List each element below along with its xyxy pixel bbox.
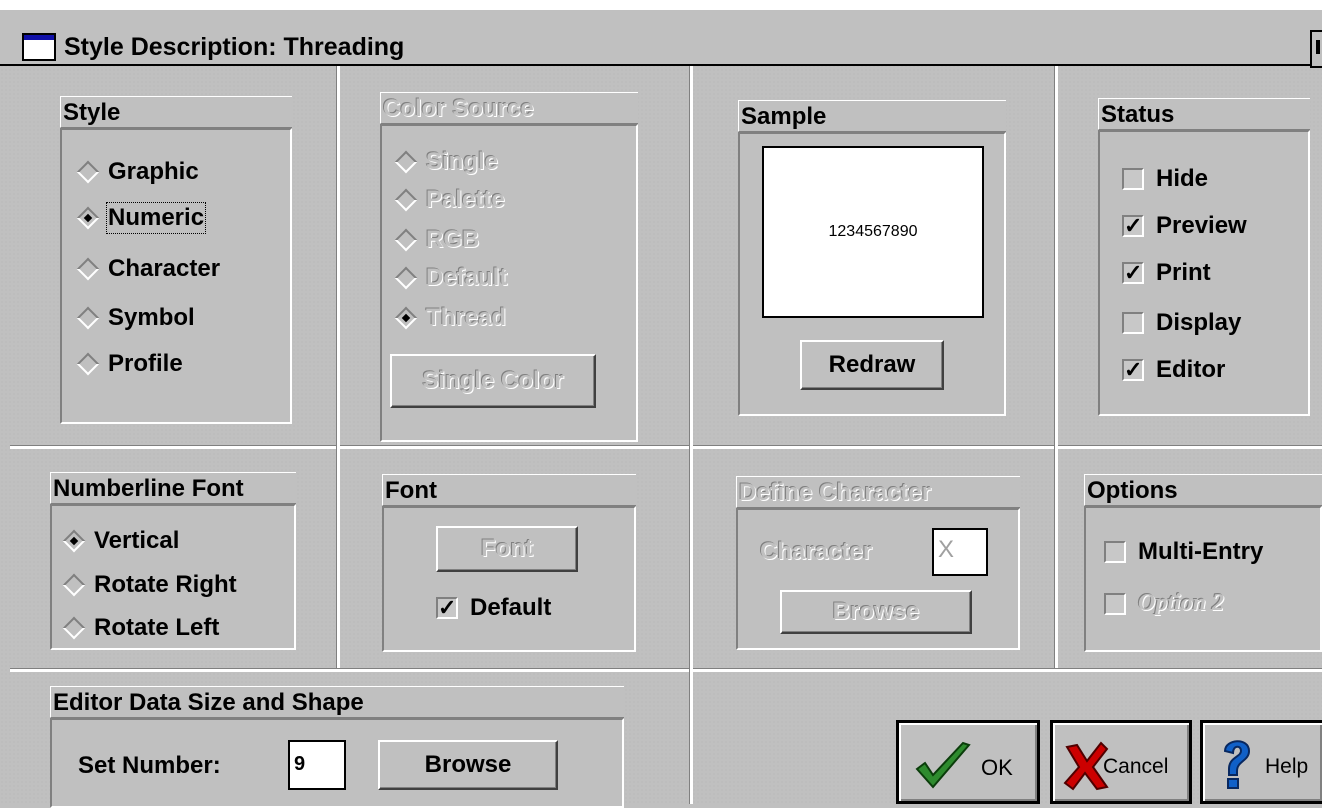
ok-label: OK — [981, 755, 1013, 780]
options-option2-checkbox[interactable]: Option 2 — [1104, 590, 1224, 617]
single-color-button[interactable]: Single Color — [390, 354, 596, 408]
checkbox-checked-icon: ✓ — [1122, 260, 1144, 285]
checkbox-icon — [1104, 592, 1126, 615]
radio-icon — [62, 573, 86, 597]
radio-icon — [394, 228, 418, 252]
style-option-symbol[interactable]: Symbol — [76, 304, 195, 332]
sample-caption: Sample — [738, 100, 1006, 132]
ok-button[interactable]: OK — [896, 720, 1040, 804]
radio-icon — [76, 306, 100, 330]
color-option-default[interactable]: Default — [394, 264, 507, 292]
font-caption: Font — [382, 474, 636, 506]
character-label: Character — [760, 538, 873, 565]
help-label: Help — [1265, 755, 1309, 778]
radio-icon — [62, 616, 86, 640]
define-character-caption: Define Character — [736, 476, 1020, 508]
font-button[interactable]: Font — [436, 526, 578, 572]
options-group-body — [1084, 506, 1322, 652]
character-input[interactable]: X — [932, 528, 988, 576]
divider — [336, 66, 340, 668]
radio-icon — [394, 150, 418, 174]
color-option-thread[interactable]: Thread — [394, 304, 506, 332]
cancel-button[interactable]: Cancel — [1050, 720, 1192, 804]
checkbox-icon — [1122, 312, 1144, 334]
help-button[interactable]: Help — [1200, 720, 1322, 804]
radio-icon — [76, 160, 100, 184]
define-character-browse-button[interactable]: Browse — [780, 590, 972, 634]
status-print-checkbox[interactable]: ✓ Print — [1122, 259, 1211, 287]
close-button[interactable] — [1310, 30, 1322, 68]
color-source-caption: Color Source — [380, 92, 638, 124]
style-option-character[interactable]: Character — [76, 255, 220, 283]
system-menu-icon[interactable] — [22, 33, 56, 61]
divider — [689, 66, 693, 804]
checkbox-icon — [1104, 541, 1126, 563]
help-question-icon — [1223, 740, 1251, 789]
divider — [10, 668, 1322, 672]
checkbox-checked-icon: ✓ — [436, 595, 458, 620]
numberline-option-rotate-left[interactable]: Rotate Left — [62, 614, 219, 642]
numberline-option-rotate-right[interactable]: Rotate Right — [62, 571, 237, 599]
editor-browse-button[interactable]: Browse — [378, 740, 558, 790]
status-hide-checkbox[interactable]: Hide — [1122, 165, 1208, 193]
checkbox-checked-icon: ✓ — [1122, 213, 1144, 238]
font-default-checkbox[interactable]: ✓ Default — [436, 594, 551, 622]
cancel-label: Cancel — [1103, 755, 1169, 778]
ok-check-icon — [915, 741, 971, 789]
radio-selected-icon — [394, 306, 418, 330]
radio-icon — [394, 188, 418, 212]
editor-data-caption: Editor Data Size and Shape — [50, 686, 624, 718]
style-option-profile[interactable]: Profile — [76, 350, 183, 378]
radio-selected-icon — [76, 206, 100, 230]
style-option-graphic[interactable]: Graphic — [76, 158, 199, 186]
radio-selected-icon — [62, 529, 86, 553]
sample-preview: 1234567890 — [762, 146, 984, 318]
color-option-palette[interactable]: Palette — [394, 186, 505, 214]
window-title: Style Description: Threading — [64, 33, 405, 61]
status-preview-checkbox[interactable]: ✓ Preview — [1122, 212, 1247, 240]
radio-icon — [76, 352, 100, 376]
options-caption: Options — [1084, 474, 1322, 506]
divider — [1054, 66, 1058, 668]
color-option-rgb[interactable]: RGB — [394, 226, 479, 254]
style-description-window: Style Description: Threading Style Graph… — [0, 0, 1322, 808]
title-bar[interactable]: Style Description: Threading — [0, 10, 1322, 68]
status-editor-checkbox[interactable]: ✓ Editor — [1122, 356, 1225, 384]
status-display-checkbox[interactable]: Display — [1122, 309, 1241, 337]
redraw-button[interactable]: Redraw — [800, 340, 944, 390]
checkbox-checked-icon: ✓ — [1122, 357, 1144, 382]
status-caption: Status — [1098, 98, 1310, 130]
numberline-option-vertical[interactable]: Vertical — [62, 527, 179, 555]
numberline-font-caption: Numberline Font — [50, 472, 296, 504]
set-number-label: Set Number: — [78, 752, 221, 779]
options-multi-entry-checkbox[interactable]: Multi-Entry — [1104, 538, 1263, 566]
radio-icon — [76, 257, 100, 281]
checkbox-icon — [1122, 168, 1144, 190]
radio-icon — [394, 266, 418, 290]
style-caption: Style — [60, 96, 292, 128]
divider — [10, 445, 1322, 449]
set-number-input[interactable]: 9 — [288, 740, 346, 790]
color-option-single[interactable]: Single — [394, 148, 498, 176]
style-option-numeric[interactable]: Numeric — [76, 202, 207, 234]
